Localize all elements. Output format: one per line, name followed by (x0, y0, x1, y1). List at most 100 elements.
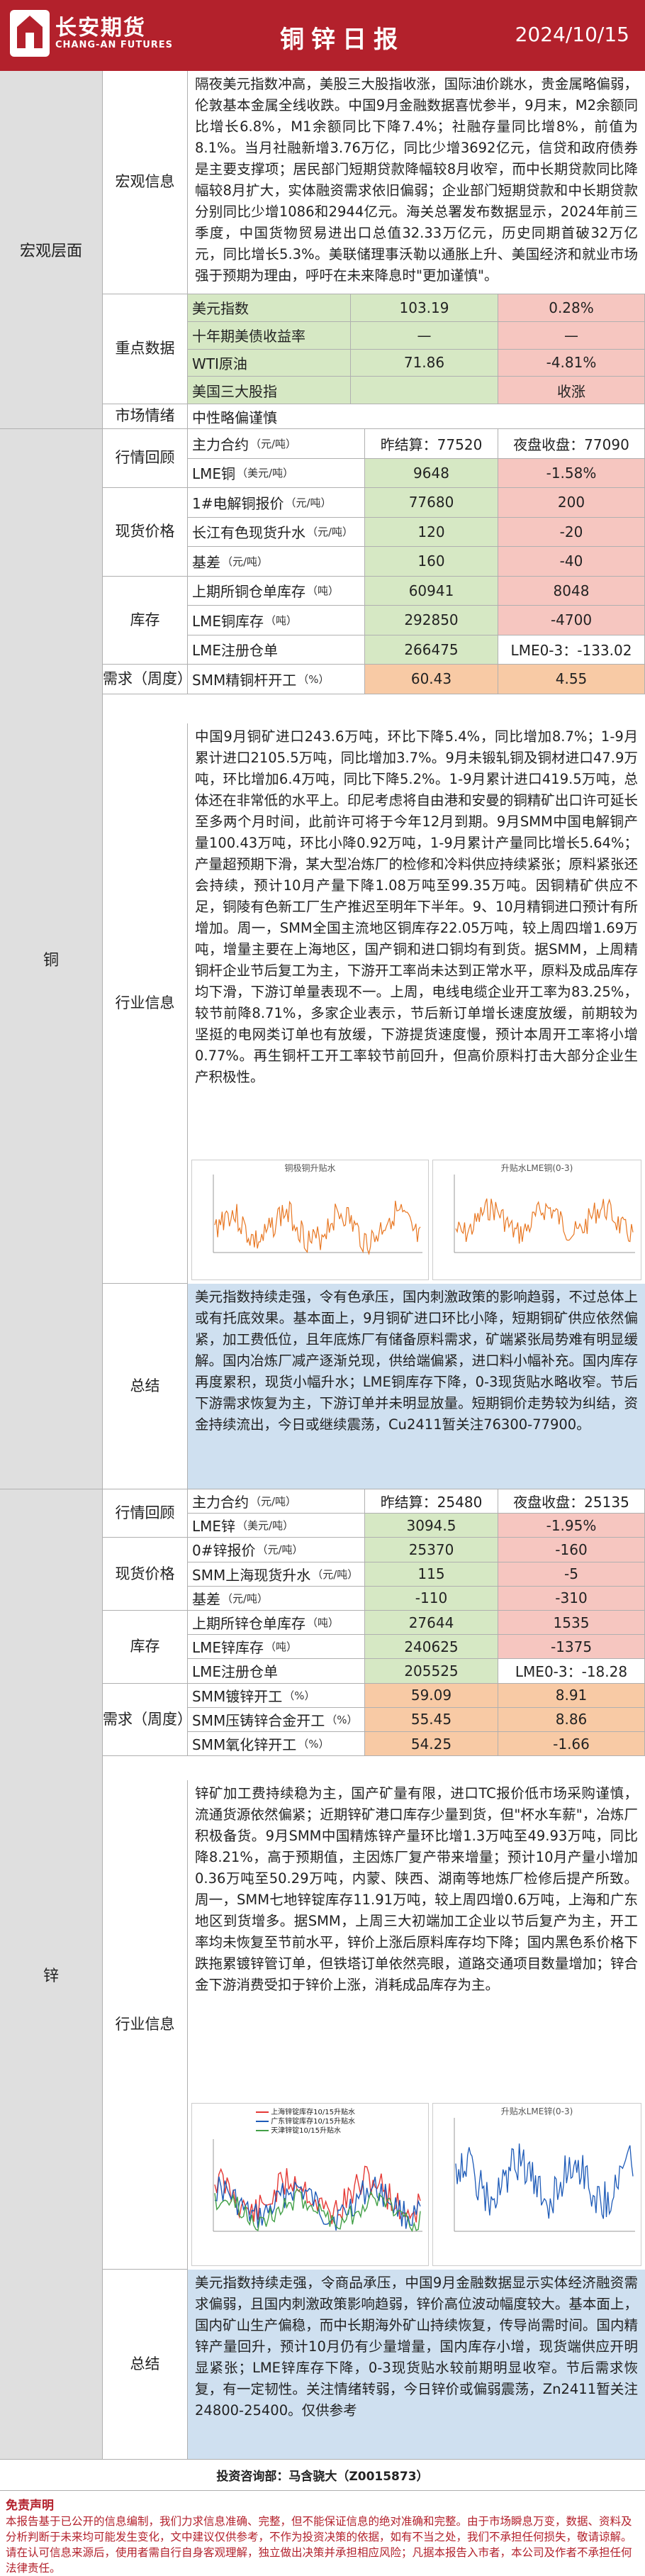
zinc-spot-row-name: 0#锌报价 （元/吨） (188, 1538, 365, 1562)
copper-spot-change: -20 (498, 517, 645, 547)
copper-demand-label: 需求（周度） (103, 665, 192, 694)
key-data-value (351, 377, 498, 404)
zinc-stock-item: LME锌库存 (192, 1639, 264, 1657)
copper-chart2-svg (454, 1175, 635, 1253)
zinc-legend-item-3: 天津锌锭10/15升贴水 (256, 2126, 355, 2136)
brand-name: 长安期货 (55, 16, 146, 40)
copper-demand-row-name: SMM精铜杆开工 （%） (188, 665, 365, 694)
copper-summary-label: 总结 (103, 1284, 188, 1489)
zinc-demand-unit: （%） (326, 1713, 358, 1726)
key-data-value: 71.86 (351, 349, 498, 377)
zinc-main-contract-unit: （元/吨） (250, 1495, 297, 1509)
copper-stock-row-name: LME铜库存 （吨） (188, 606, 365, 635)
copper-main-contract: 主力合约 （元/吨） (188, 429, 365, 459)
copper-spot-row-name: 基差 （元/吨） (188, 547, 365, 577)
zinc-summary-text: 美元指数持续走强，令商品承压，中国9月金融数据显示实体经济融资需求偏弱，且国内刺… (188, 2270, 645, 2460)
zinc-stock-row-name: LME锌库存 （吨） (188, 1635, 365, 1660)
logo-icon (10, 10, 50, 57)
copper-chart1-title: 铜极铜升贴水 (284, 1163, 336, 1173)
copper-spot-unit: （元/吨） (285, 496, 332, 509)
copper-lme-name: LME铜 (192, 465, 236, 483)
zinc-demand-item: SMM镀锌开工 (192, 1687, 283, 1705)
copper-demand-value: 60.43 (365, 665, 498, 694)
copper-spot-item: 1#电解铜报价 (192, 494, 284, 512)
zinc-stock-row-name: 上期所锌仓单库存 （吨） (188, 1611, 365, 1636)
copper-stock-value: 292850 (365, 606, 498, 635)
copper-lme-price: LME铜 （美元/吨） (188, 458, 365, 488)
zinc-stock-value: 205525 (365, 1659, 498, 1684)
copper-spot-unit: （元/吨） (222, 555, 269, 568)
zinc-demand-row-name: SMM压铸锌合金开工 （%） (188, 1707, 365, 1732)
copper-stock-change: -4700 (498, 606, 645, 635)
zinc-spot-value: -110 (365, 1586, 498, 1611)
macro-section-label: 宏观层面 (0, 71, 103, 428)
key-data-name: 美元指数 (188, 294, 351, 322)
copper-stock-row-name: 上期所铜仓单库存 （吨） (188, 576, 365, 606)
zinc-stock-change: -1375 (498, 1635, 645, 1660)
copper-section-label: 铜 (0, 429, 103, 1489)
zinc-legend-item-2: 广东锌锭库存10/15升贴水 (256, 2117, 355, 2126)
copper-stock-item: LME铜库存 (192, 612, 264, 630)
zinc-legend-item-1: 上海锌锭库存10/15升贴水 (256, 2108, 355, 2117)
copper-spot-row-name: 1#电解铜报价 （元/吨） (188, 488, 365, 518)
brand-english: CHANG-AN FUTURES (55, 40, 174, 50)
copper-spot-change: -40 (498, 547, 645, 577)
copper-lme-spread-chart: 升贴水LME铜(0-3) (432, 1160, 641, 1280)
zinc-lme-unit: （美元/吨） (237, 1519, 294, 1533)
copper-spot-row-name: 长江有色现货升水 （元/吨） (188, 517, 365, 547)
zinc-stock-row-name: LME注册仓单 (188, 1659, 365, 1684)
copper-demand-change: 4.55 (498, 665, 645, 694)
copper-stock-unit: （吨） (307, 584, 340, 598)
copper-lme-value: 9648 (365, 458, 498, 488)
key-data-change: 0.28% (498, 294, 645, 322)
zinc-spot-value: 25370 (365, 1538, 498, 1562)
copper-stock-item: 上期所铜仓单库存 (192, 583, 305, 601)
key-data-change: — (498, 321, 645, 350)
copper-stock-row-name: LME注册仓单 (188, 635, 365, 665)
copper-stock-item: LME注册仓单 (192, 642, 279, 660)
zinc-stock-change: LME0-3：-18.28 (498, 1659, 645, 1684)
zinc-spot-label: 现货价格 (103, 1538, 188, 1611)
copper-stock-label: 库存 (103, 576, 188, 665)
copper-demand-unit: （%） (298, 672, 330, 686)
copper-chart1-svg (213, 1175, 422, 1255)
copper-night-close: 夜盘收盘：77090 (498, 429, 645, 459)
zinc-spot-item: 基差 (192, 1590, 220, 1608)
zinc-summary-label: 总结 (103, 2270, 188, 2460)
macro-info-text: 隔夜美元指数冲高，美股三大股指收涨，国际油价跳水，贵金属略偏弱，伦敦基本金属全线… (188, 71, 645, 294)
zinc-lme-price: LME锌 （美元/吨） (188, 1514, 365, 1538)
zinc-main-contract: 主力合约 （元/吨） (188, 1489, 365, 1514)
zinc-stock-item: 上期所锌仓单库存 (192, 1615, 305, 1633)
zinc-demand-change: 8.86 (498, 1707, 645, 1732)
copper-demand-item: SMM精铜杆开工 (192, 671, 297, 689)
key-data-name: WTI原油 (188, 349, 351, 377)
copper-spot-item: 长江有色现货升水 (192, 524, 305, 542)
macro-info-label: 宏观信息 (103, 71, 188, 294)
zinc-spot-change: -310 (498, 1586, 645, 1611)
copper-summary-text: 美元指数持续走强，令有色承压，国内刺激政策的影响趋弱，不过总体上或有托底效果。基… (188, 1284, 645, 1489)
zinc-demand-change: 8.91 (498, 1683, 645, 1708)
copper-industry-text: 中国9月铜矿进口243.6万吨，环比下降5.4%，同比增加8.7%；1-9月累计… (195, 728, 638, 1085)
copper-main-contract-label: 主力合约 (192, 435, 249, 453)
zinc-lme-spread-chart: 升贴水LME锌(0-3) (432, 2103, 641, 2266)
report-date: 2024/10/15 (515, 23, 629, 46)
zinc-market-label: 行情回顾 (103, 1489, 188, 1538)
zinc-spot-row-name: 基差 （元/吨） (188, 1586, 365, 1611)
zinc-demand-value: 55.45 (365, 1707, 498, 1732)
zinc-stock-value: 27644 (365, 1611, 498, 1636)
zinc-demand-change: -1.66 (498, 1732, 645, 1757)
zinc-stock-value: 240625 (365, 1635, 498, 1660)
disclaimer-text: 本报告基于已公开的信息编制，我们力求信息准确、完整，但不能保证信息的绝对准确和完… (6, 2515, 632, 2575)
zinc-spot-item: 0#锌报价 (192, 1542, 256, 1560)
zinc-night-close: 夜盘收盘：25135 (498, 1489, 645, 1514)
copper-chart2-series (455, 1198, 634, 1244)
zinc-lme-value: 3094.5 (365, 1514, 498, 1538)
zinc-spot-unit: （元/吨） (257, 1543, 303, 1557)
copper-stock-value: 60941 (365, 576, 498, 606)
zinc-demand-unit: （%） (298, 1738, 330, 1751)
zinc-lme-name: LME锌 (192, 1518, 236, 1536)
copper-spot-label: 现货价格 (103, 488, 188, 577)
zinc-main-contract-label: 主力合约 (192, 1494, 249, 1511)
copper-spot-value: 120 (365, 517, 498, 547)
zinc-demand-value: 59.09 (365, 1683, 498, 1708)
